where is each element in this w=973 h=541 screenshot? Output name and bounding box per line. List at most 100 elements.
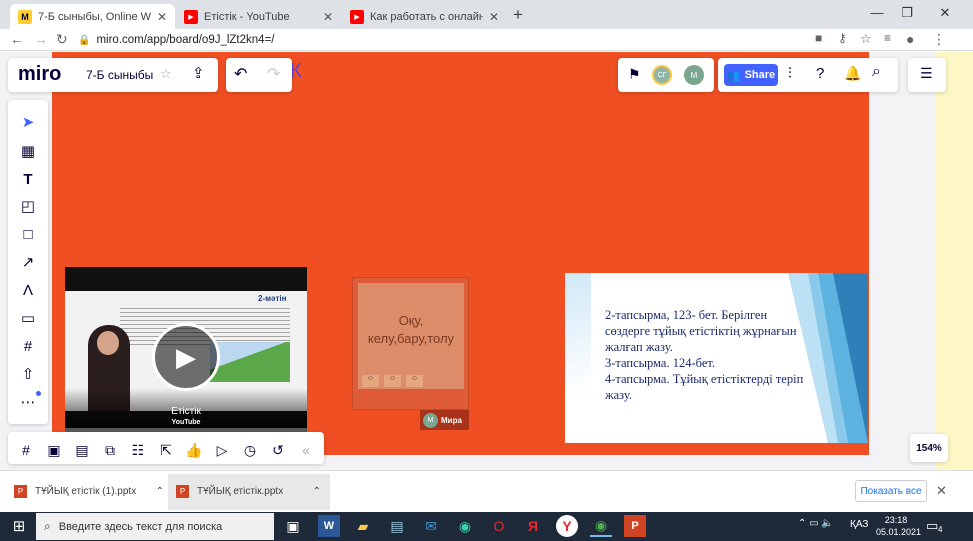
export-icon[interactable]: ⇪ xyxy=(192,64,205,82)
mail-icon[interactable]: ✉ xyxy=(420,515,442,537)
task-view-icon[interactable]: ▣ xyxy=(282,515,304,537)
chrome-icon[interactable]: ◉ xyxy=(590,515,612,537)
reading-list-icon[interactable]: ≡ xyxy=(884,31,891,45)
new-tab-button[interactable]: + xyxy=(513,5,523,25)
taskbar-search[interactable]: ⌕ Введите здесь текст для поиска xyxy=(36,513,274,540)
frame-tool-icon[interactable]: # xyxy=(18,336,38,356)
reaction-icon[interactable]: ☺ xyxy=(362,375,379,387)
tab-youtube-howto[interactable]: ▶ Как работать с онлайн доской ✕ xyxy=(342,4,507,29)
export-board-icon[interactable]: ⇱ xyxy=(156,440,176,460)
clock[interactable]: 23:18 05.01.2021 xyxy=(876,514,921,538)
yandex-browser-icon[interactable]: Y xyxy=(556,515,578,537)
reaction-icon[interactable]: ☺ xyxy=(406,375,423,387)
powerpoint-file-icon: P xyxy=(14,484,27,498)
select-tool-icon[interactable]: ➤ xyxy=(18,112,38,132)
language-indicator[interactable]: ҚАЗ xyxy=(850,519,868,530)
tab-title: Етістік - YouTube xyxy=(204,10,290,23)
comment-icon[interactable]: ▭ xyxy=(18,308,38,328)
sticky-note-icon[interactable]: ◰ xyxy=(18,196,38,216)
windows-start-icon[interactable]: ⊞ xyxy=(8,515,30,537)
timer-icon[interactable]: ◷ xyxy=(240,440,260,460)
yellow-frame-edge xyxy=(935,52,973,470)
sticky-note-text: Оқу, келу,бару,толу xyxy=(367,313,455,346)
board-name[interactable]: 7-Б сыныбы xyxy=(86,68,153,82)
templates-icon[interactable]: ▦ xyxy=(18,141,38,161)
reload-icon[interactable]: ↻ xyxy=(56,31,68,48)
download-item[interactable]: P ТҰЙЫҚ етістік (1).pptx ⌃ xyxy=(14,480,164,502)
board-list-icon[interactable]: ☰ xyxy=(920,65,933,82)
text-tool-icon[interactable]: T xyxy=(18,169,38,189)
url-field[interactable]: 🔒 miro.com/app/board/o9J_lZt2kn4=/ xyxy=(78,31,274,49)
opera-icon[interactable]: O xyxy=(488,515,510,537)
miro-logo[interactable]: miro xyxy=(18,63,61,86)
back-icon[interactable]: ← xyxy=(10,31,24,47)
slide-decoration-left xyxy=(565,273,591,443)
notification-center-icon[interactable]: ▭ xyxy=(926,518,938,534)
presenter-face xyxy=(97,331,119,355)
minimize-icon[interactable]: — xyxy=(862,5,892,23)
file-explorer-icon[interactable]: ▰ xyxy=(352,515,374,537)
follow-icon[interactable]: ⚑ xyxy=(628,66,641,83)
powerpoint-icon[interactable]: P xyxy=(624,515,646,537)
share-button[interactable]: 👥 Share xyxy=(724,64,778,86)
collapse-icon[interactable]: « xyxy=(296,440,316,460)
search-icon[interactable]: ⌕ xyxy=(872,63,881,81)
tab-miro[interactable]: M 7-Б сыныбы, Online Whiteboard ✕ xyxy=(10,4,175,29)
avatar[interactable]: СГ xyxy=(652,65,672,85)
avatar[interactable]: М xyxy=(684,65,704,85)
upload-icon[interactable]: ⇧ xyxy=(18,364,38,384)
reaction-icon[interactable]: ☺ xyxy=(384,375,401,387)
close-icon[interactable]: ✕ xyxy=(323,10,333,24)
close-icon[interactable]: ✕ xyxy=(489,10,499,24)
shape-tool-icon[interactable]: □ xyxy=(18,224,38,244)
star-icon[interactable]: ☆ xyxy=(860,31,872,47)
close-icon[interactable]: ✕ xyxy=(936,483,947,499)
bell-icon[interactable]: 🔔 xyxy=(844,65,861,82)
reaction-icon[interactable]: 👍 xyxy=(184,440,204,460)
cursor-user-name: Мира xyxy=(441,415,462,425)
undo-icon[interactable]: ↶ xyxy=(234,64,247,84)
download-item[interactable]: P ТҰЙЫҚ етістік.pptx ⌃ xyxy=(176,480,321,502)
menu-icon[interactable]: ⋮ xyxy=(932,31,946,48)
star-icon[interactable]: ☆ xyxy=(160,66,172,82)
profile-icon[interactable]: ● xyxy=(906,31,914,47)
tab-youtube[interactable]: ▶ Етістік - YouTube ✕ xyxy=(176,4,341,29)
tray-icons[interactable]: ⌃ ▭ 🔈 xyxy=(798,518,834,529)
close-icon[interactable]: ✕ xyxy=(157,10,167,24)
camera-icon[interactable]: ■ xyxy=(815,31,822,45)
forward-icon[interactable]: → xyxy=(34,31,48,47)
slide-title: 2-мәтін xyxy=(258,294,287,303)
close-window-icon[interactable]: ✕ xyxy=(930,5,960,23)
key-icon[interactable]: ⚷ xyxy=(838,31,847,45)
video-call-icon[interactable]: ▷ xyxy=(212,440,232,460)
youtube-favicon-icon: ▶ xyxy=(350,9,364,24)
frames-icon[interactable]: # xyxy=(16,440,36,460)
chat-icon[interactable]: ▤ xyxy=(72,440,92,460)
play-icon[interactable]: ▶ xyxy=(152,323,220,391)
settings-sliders-icon[interactable]: ⫶ xyxy=(788,65,792,82)
zoom-level[interactable]: 154% xyxy=(910,434,948,462)
help-icon[interactable]: ? xyxy=(816,65,824,82)
present-icon[interactable]: ▣ xyxy=(44,440,64,460)
pen-tool-icon[interactable]: Λ xyxy=(18,280,38,300)
slide-image[interactable]: 2-тапсырма, 123- бет. Берілген сөздерге … xyxy=(565,273,868,443)
tab-title: Как работать с онлайн доской xyxy=(370,10,483,23)
video-progress-bar[interactable] xyxy=(65,428,307,432)
redo-icon[interactable]: ↷ xyxy=(267,64,280,84)
store-icon[interactable]: ▤ xyxy=(386,515,408,537)
show-all-button[interactable]: Показать все xyxy=(855,480,927,502)
history-icon[interactable]: ↺ xyxy=(268,440,288,460)
edge-icon[interactable]: ◉ xyxy=(454,515,476,537)
sticky-reactions: ☺ ☺ ☺ xyxy=(362,375,423,387)
users-icon: 👥 xyxy=(726,69,741,82)
restore-icon[interactable]: ❐ xyxy=(892,5,922,23)
yandex-icon[interactable]: Я xyxy=(522,515,544,537)
word-icon[interactable]: W xyxy=(318,515,340,537)
chevron-up-icon[interactable]: ⌃ xyxy=(313,486,321,497)
connection-line-icon[interactable]: ↗ xyxy=(18,252,38,272)
slide-text: 2-тапсырма, 123- бет. Берілген сөздерге … xyxy=(605,308,804,402)
more-tools-icon[interactable]: ⋯ xyxy=(18,392,38,412)
screen-share-icon[interactable]: ⧉ xyxy=(100,440,120,460)
cards-icon[interactable]: ☷ xyxy=(128,440,148,460)
chevron-up-icon[interactable]: ⌃ xyxy=(156,486,164,497)
